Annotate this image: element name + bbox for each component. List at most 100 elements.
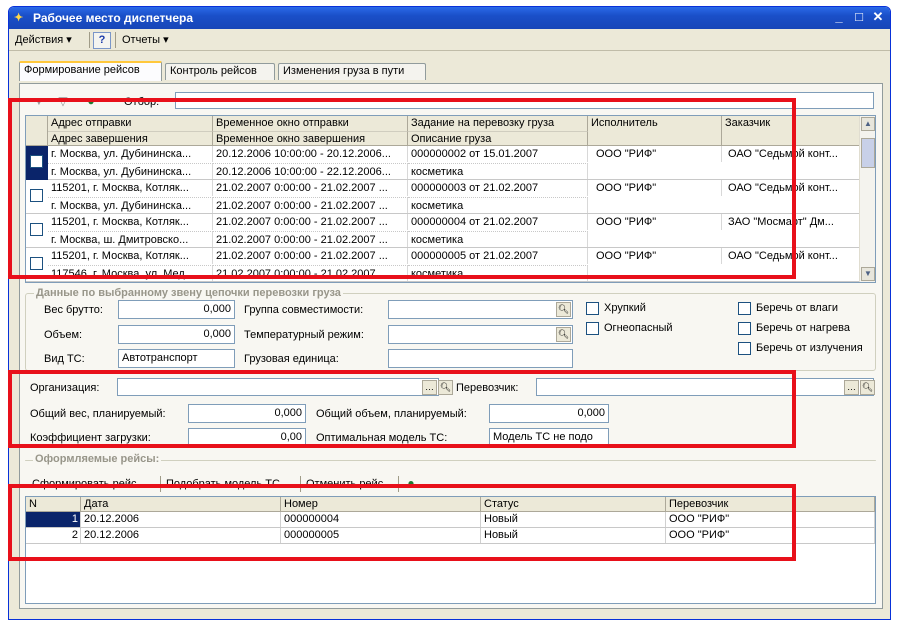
search-icon[interactable]: 🔍︎ bbox=[438, 380, 453, 395]
header-n[interactable]: N bbox=[26, 497, 81, 511]
details-title: Данные по выбранному звену цепочки перев… bbox=[34, 287, 343, 299]
search-icon[interactable]: 🔍︎ bbox=[860, 380, 875, 395]
cell-customer: ОАО "Седьмой конт... bbox=[722, 248, 860, 264]
header-window-to[interactable]: Временное окно завершения bbox=[213, 131, 408, 146]
scroll-up-icon[interactable]: ▲ bbox=[861, 117, 875, 131]
scroll-thumb[interactable] bbox=[861, 138, 875, 168]
filter-icon[interactable]: ▼ bbox=[32, 94, 46, 108]
header-from[interactable]: Адрес отправки bbox=[48, 116, 213, 131]
table-row[interactable]: 115201, г. Москва, Котляк... 21.02.2007 … bbox=[26, 180, 860, 214]
cargo-unit-field[interactable] bbox=[388, 349, 573, 368]
filter-label: Отбор: bbox=[124, 96, 160, 108]
cell-from: г. Москва, ул. Дубининска... bbox=[48, 146, 213, 162]
cell-window-to: 21.02.2007 0:00:00 - 21.02.2007 ... bbox=[213, 197, 408, 213]
cancel-trip-button[interactable]: Отменить рейс bbox=[304, 476, 385, 492]
maximize-button[interactable]: □ bbox=[850, 9, 868, 26]
help-button[interactable]: ? bbox=[93, 32, 111, 49]
vehicle-type-label: Вид ТС: bbox=[44, 353, 85, 365]
header-window-from[interactable]: Временное окно отправки bbox=[213, 116, 408, 131]
pick-model-button[interactable]: Подобрать модель ТС bbox=[164, 476, 282, 492]
header-date[interactable]: Дата bbox=[81, 497, 281, 511]
total-volume-field[interactable]: 0,000 bbox=[489, 404, 609, 423]
dispatcher-window: ✦ Рабочее место диспетчера _ □ ✕ Действи… bbox=[8, 6, 891, 620]
globe-icon[interactable]: ● bbox=[404, 476, 418, 490]
header-carrier[interactable]: Перевозчик bbox=[666, 497, 875, 511]
total-weight-field[interactable]: 0,000 bbox=[188, 404, 306, 423]
table-row[interactable]: г. Москва, ул. Дубининска... 20.12.2006 … bbox=[26, 146, 860, 180]
row-checkbox[interactable] bbox=[30, 223, 43, 236]
header-cargo[interactable]: Описание груза bbox=[408, 131, 588, 146]
cell-executor: ООО "РИФ" bbox=[588, 146, 722, 162]
org-select-button[interactable]: … bbox=[422, 380, 437, 395]
keep-moisture-checkbox[interactable] bbox=[738, 302, 751, 315]
search-icon[interactable]: 🔍︎ bbox=[556, 327, 571, 342]
optimal-model-field[interactable]: Модель ТС не подо bbox=[489, 428, 609, 447]
temp-mode-label: Температурный режим: bbox=[244, 329, 364, 341]
globe-icon[interactable]: ● bbox=[84, 94, 98, 108]
cell-window-from: 20.12.2006 10:00:00 - 20.12.2006... bbox=[213, 146, 408, 162]
carrier-label: Перевозчик: bbox=[456, 382, 519, 394]
window-title: Рабочее место диспетчера bbox=[33, 11, 194, 25]
cell-date: 20.12.2006 bbox=[81, 528, 281, 543]
tab-trip-control[interactable]: Контроль рейсов bbox=[165, 63, 275, 80]
tab-form-trips[interactable]: Формирование рейсов bbox=[19, 61, 162, 81]
details-group: Данные по выбранному звену цепочки перев… bbox=[25, 287, 876, 371]
cell-cargo: косметика bbox=[408, 265, 588, 281]
cell-to: г. Москва, ш. Дмитровско... bbox=[48, 231, 213, 247]
carrier-select-button[interactable]: … bbox=[844, 380, 859, 395]
header-number[interactable]: Номер bbox=[281, 497, 481, 511]
table-row[interactable]: 2 20.12.2006 000000005 Новый ООО "РИФ" bbox=[26, 528, 875, 544]
load-factor-field[interactable]: 0,00 bbox=[188, 428, 306, 447]
cell-task: 000000005 от 21.02.2007 bbox=[408, 248, 588, 264]
row-checkbox[interactable] bbox=[30, 155, 43, 168]
keep-heat-checkbox[interactable] bbox=[738, 322, 751, 335]
carrier-field[interactable] bbox=[536, 378, 874, 396]
table-row[interactable]: 1 20.12.2006 000000004 Новый ООО "РИФ" bbox=[26, 512, 875, 528]
filter-input[interactable] bbox=[175, 92, 874, 109]
compat-group-field[interactable] bbox=[388, 300, 573, 319]
toolbar-separator bbox=[160, 476, 161, 492]
trips-title: Оформляемые рейсы: bbox=[33, 453, 162, 465]
org-field[interactable] bbox=[117, 378, 439, 396]
cell-from: 115201, г. Москва, Котляк... bbox=[48, 214, 213, 230]
menu-actions[interactable]: Действия ▾ bbox=[12, 32, 75, 48]
keep-radiation-label: Беречь от излучения bbox=[756, 342, 863, 354]
header-executor[interactable]: Исполнитель bbox=[588, 116, 722, 146]
tab-cargo-changes[interactable]: Изменения груза в пути bbox=[278, 63, 426, 80]
cell-task: 000000003 от 21.02.2007 bbox=[408, 180, 588, 196]
volume-label: Объем: bbox=[44, 329, 83, 341]
orders-table: Адрес отправки Временное окно отправки З… bbox=[25, 115, 876, 283]
cell-date: 20.12.2006 bbox=[81, 512, 281, 527]
menu-reports[interactable]: Отчеты ▾ bbox=[119, 32, 172, 48]
cell-window-from: 21.02.2007 0:00:00 - 21.02.2007 ... bbox=[213, 214, 408, 230]
fragile-checkbox[interactable] bbox=[586, 302, 599, 315]
minimize-button[interactable]: _ bbox=[830, 9, 848, 26]
toolbar-separator bbox=[300, 476, 301, 492]
gross-weight-label: Вес брутто: bbox=[44, 304, 103, 316]
row-checkbox[interactable] bbox=[30, 189, 43, 202]
keep-radiation-checkbox[interactable] bbox=[738, 342, 751, 355]
cell-customer: ОАО "Седьмой конт... bbox=[722, 146, 860, 162]
row-checkbox[interactable] bbox=[30, 257, 43, 270]
vehicle-type-field[interactable]: Автотранспорт bbox=[118, 349, 235, 368]
header-task[interactable]: Задание на перевозку груза bbox=[408, 116, 588, 131]
close-button[interactable]: ✕ bbox=[869, 9, 887, 26]
tab-panel: ▼ ▽ ● Отбор: Адрес отправки Временное ок… bbox=[19, 83, 883, 609]
table-row[interactable]: 115201, г. Москва, Котляк... 21.02.2007 … bbox=[26, 248, 860, 282]
header-status[interactable]: Статус bbox=[481, 497, 666, 511]
flammable-label: Огнеопасный bbox=[604, 322, 673, 334]
clear-filter-icon[interactable]: ▽ bbox=[56, 94, 70, 108]
temp-mode-field[interactable] bbox=[388, 325, 573, 344]
search-icon[interactable]: 🔍︎ bbox=[556, 302, 571, 317]
volume-field[interactable]: 0,000 bbox=[118, 325, 235, 344]
trips-table-header: N Дата Номер Статус Перевозчик bbox=[26, 497, 875, 512]
table-row[interactable]: 115201, г. Москва, Котляк... 21.02.2007 … bbox=[26, 214, 860, 248]
flammable-checkbox[interactable] bbox=[586, 322, 599, 335]
cell-n: 2 bbox=[26, 528, 81, 543]
gross-weight-field[interactable]: 0,000 bbox=[118, 300, 235, 319]
scroll-down-icon[interactable]: ▼ bbox=[861, 267, 875, 281]
header-customer[interactable]: Заказчик bbox=[722, 116, 860, 146]
form-trip-button[interactable]: Сформировать рейс bbox=[30, 476, 138, 492]
orders-scrollbar[interactable]: ▲ ▼ bbox=[859, 116, 875, 282]
header-to[interactable]: Адрес завершения bbox=[48, 131, 213, 146]
